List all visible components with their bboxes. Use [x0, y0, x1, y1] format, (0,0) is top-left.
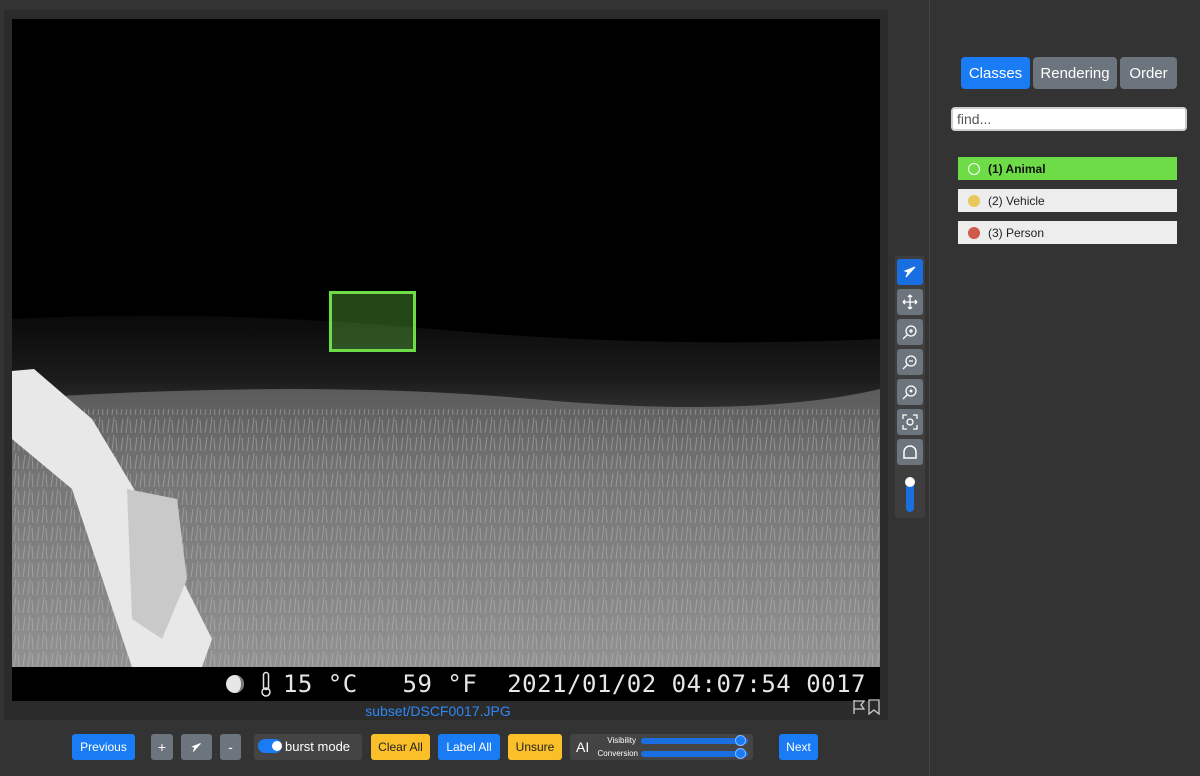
zoom-fit-button[interactable] — [897, 409, 923, 435]
conversion-slider-handle[interactable] — [735, 748, 746, 759]
animal-bounding-box[interactable] — [329, 291, 416, 352]
class-search-input[interactable] — [951, 107, 1187, 131]
capture-date: 2021/01/02 — [507, 670, 657, 698]
tab-rendering[interactable]: Rendering — [1033, 57, 1117, 89]
visibility-slider-handle[interactable] — [735, 735, 746, 746]
minus-button[interactable]: - — [220, 734, 241, 760]
bookmark-icon[interactable] — [868, 699, 880, 715]
pointer-icon — [191, 742, 201, 752]
zoom-out-button[interactable] — [897, 349, 923, 375]
thermometer-icon — [261, 671, 271, 697]
tab-order[interactable]: Order — [1120, 57, 1177, 89]
class-item-person[interactable]: (3) Person — [958, 221, 1177, 244]
tab-classes[interactable]: Classes — [961, 57, 1030, 89]
temperature-fahrenheit: 59 °F — [402, 670, 478, 698]
zoom-out-icon — [902, 355, 917, 370]
burst-mode-label: burst mode — [285, 739, 351, 754]
class-color-dot — [968, 162, 980, 175]
night-scene-image — [12, 19, 880, 667]
ai-label[interactable]: AI — [576, 734, 589, 760]
camera-stamp: 15 °C 59 °F 2021/01/02 04:07:54 0017 — [225, 667, 866, 701]
conversion-slider[interactable] — [641, 751, 748, 757]
label-all-button[interactable]: Label All — [438, 734, 500, 760]
opacity-slider-handle[interactable] — [905, 477, 915, 487]
pointer-tool-button[interactable] — [897, 259, 923, 285]
unsure-button[interactable]: Unsure — [508, 734, 562, 760]
burst-mode-toggle-knob — [272, 741, 282, 751]
clear-all-button[interactable]: Clear All — [371, 734, 430, 760]
class-item-label: (1) Animal — [988, 161, 1046, 176]
ai-controls: AI Visibility Conversion — [570, 734, 753, 760]
image-filename[interactable]: subset/DSCF0017.JPG — [4, 703, 872, 719]
class-item-label: (3) Person — [988, 225, 1045, 240]
pointer-icon — [903, 266, 916, 278]
visibility-slider[interactable] — [641, 738, 748, 744]
zoom-reset-button[interactable] — [897, 379, 923, 405]
zoom-in-icon — [902, 325, 917, 340]
class-item-animal[interactable]: (1) Animal — [958, 157, 1177, 180]
image-viewer: 15 °C 59 °F 2021/01/02 04:07:54 0017 sub… — [4, 10, 888, 720]
camera-trap-photo[interactable] — [12, 19, 880, 667]
plus-button[interactable]: + — [151, 734, 173, 760]
zoom-fit-icon — [902, 414, 918, 430]
shape-tool-button[interactable] — [897, 439, 923, 465]
flag-icon[interactable] — [852, 699, 866, 715]
zoom-in-button[interactable] — [897, 319, 923, 345]
visibility-label: Visibility — [607, 736, 636, 745]
panel-divider — [929, 0, 930, 776]
zoom-reset-icon — [902, 385, 917, 400]
frame-number: 0017 — [806, 670, 866, 698]
moon-phase-icon — [225, 675, 244, 693]
class-color-dot — [968, 226, 980, 239]
class-item-vehicle[interactable]: (2) Vehicle — [958, 189, 1177, 212]
conversion-label: Conversion — [597, 749, 638, 758]
shape-icon — [903, 445, 917, 459]
pointer-mode-button[interactable] — [181, 734, 212, 760]
next-button[interactable]: Next — [779, 734, 818, 760]
temperature-celsius: 15 °C — [282, 670, 358, 698]
move-tool-button[interactable] — [897, 289, 923, 315]
capture-time: 04:07:54 — [671, 670, 792, 698]
camera-info-bar: 15 °C 59 °F 2021/01/02 04:07:54 0017 — [12, 667, 880, 701]
class-color-dot — [968, 194, 980, 207]
viewer-tools — [895, 256, 925, 518]
burst-mode-control: burst mode — [254, 734, 362, 760]
class-item-label: (2) Vehicle — [988, 193, 1045, 208]
burst-mode-toggle[interactable] — [258, 739, 282, 753]
previous-button[interactable]: Previous — [72, 734, 135, 760]
move-icon — [902, 294, 918, 310]
